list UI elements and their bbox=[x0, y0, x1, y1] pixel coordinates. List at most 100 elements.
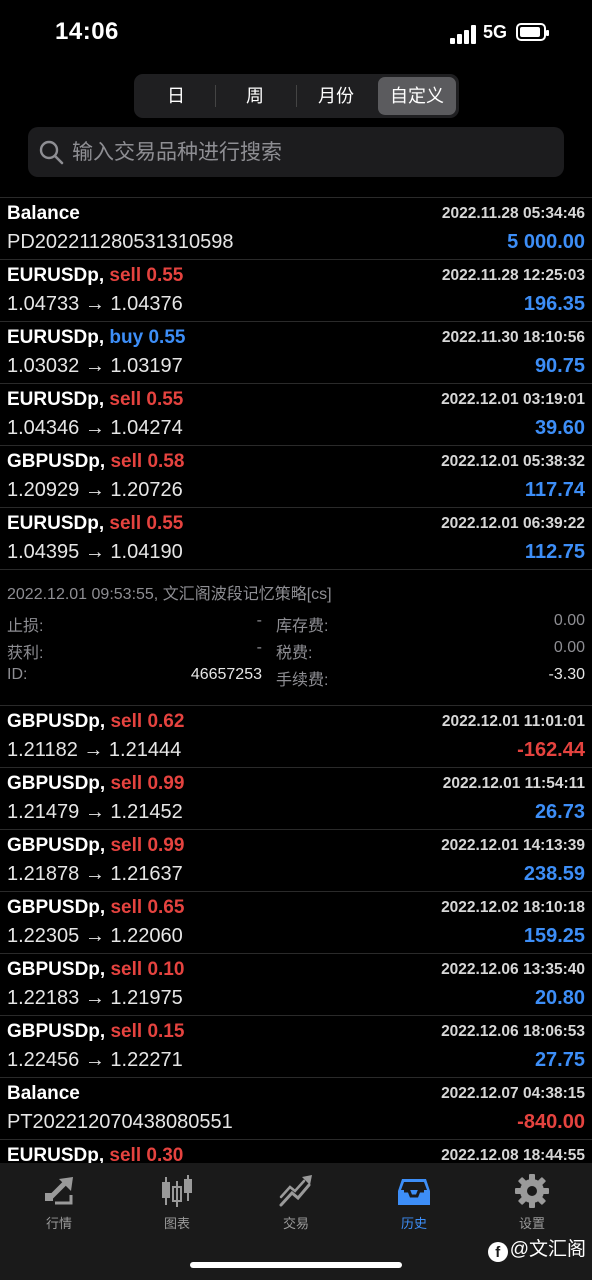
history-row[interactable]: GBPUSDp, sell 0.58 2022.12.01 05:38:32 1.2… bbox=[0, 446, 592, 508]
quotes-icon bbox=[45, 1177, 73, 1205]
take-profit-value: - bbox=[256, 639, 262, 656]
row-time: 2022.12.06 18:06:53 bbox=[441, 1023, 585, 1040]
row-prices: 1.21182 → 1.21444 bbox=[7, 739, 182, 761]
history-row[interactable]: EURUSDp, sell 0.55 2022.12.01 03:19:01 1.0… bbox=[0, 384, 592, 446]
row-symbol: GBPUSDp, bbox=[7, 959, 106, 980]
history-row[interactable]: EURUSDp, sell 0.30 2022.12.08 18:44:55 bbox=[0, 1140, 592, 1163]
row-time: 2022.11.30 18:10:56 bbox=[441, 329, 585, 346]
row-prices: 1.20929 → 1.20726 bbox=[7, 479, 183, 501]
row-time: 2022.12.01 03:19:01 bbox=[441, 391, 585, 408]
row-direction: sell bbox=[110, 711, 143, 732]
row-prices: 1.22456 → 1.22271 bbox=[7, 1049, 183, 1071]
tab-quotes[interactable]: 行情 bbox=[0, 1163, 118, 1233]
row-profit: 20.80 bbox=[534, 987, 585, 1009]
tab-history[interactable]: 历史 bbox=[355, 1163, 473, 1233]
row-title: Balance bbox=[7, 203, 80, 225]
commission-label: 手续费: bbox=[276, 672, 329, 689]
take-profit-label: 获利: bbox=[7, 645, 44, 662]
stop-loss-label: 止损: bbox=[7, 618, 44, 635]
row-prices: 1.03032 → 1.03197 bbox=[7, 355, 183, 377]
home-indicator bbox=[190, 1262, 402, 1268]
row-profit: 117.74 bbox=[524, 479, 585, 501]
period-week[interactable]: 周 bbox=[216, 77, 294, 115]
period-custom[interactable]: 自定义 bbox=[378, 77, 456, 115]
row-time: 2022.12.01 11:54:11 bbox=[442, 775, 585, 792]
row-time: 2022.11.28 12:25:03 bbox=[441, 267, 585, 284]
period-day[interactable]: 日 bbox=[137, 77, 215, 115]
row-title: GBPUSDp, sell 0.65 bbox=[7, 897, 184, 919]
row-profit: 90.75 bbox=[534, 355, 585, 377]
row-volume: 0.55 bbox=[146, 513, 184, 534]
history-row[interactable]: EURUSDp, buy 0.55 2022.11.30 18:10:56 1.03… bbox=[0, 322, 592, 384]
row-direction: sell bbox=[110, 835, 143, 856]
order-detail: 2022.12.01 09:53:55, 文汇阁波段记忆策略[cs] 止损: -… bbox=[0, 570, 592, 706]
history-row[interactable]: GBPUSDp, sell 0.65 2022.12.02 18:10:18 1.2… bbox=[0, 892, 592, 954]
row-symbol: EURUSDp, bbox=[7, 265, 105, 286]
status-bar: 14:06 5G bbox=[0, 0, 592, 68]
history-list[interactable]: Balance 2022.11.28 05:34:46 PD202211280531… bbox=[0, 197, 592, 1163]
row-title: GBPUSDp, sell 0.62 bbox=[7, 711, 184, 733]
row-profit: 26.73 bbox=[534, 801, 585, 823]
period-month[interactable]: 月份 bbox=[297, 77, 375, 115]
row-prices: PD202211280531310598 bbox=[7, 231, 234, 253]
tab-trade[interactable]: 交易 bbox=[237, 1163, 355, 1233]
row-symbol: Balance bbox=[7, 203, 80, 224]
row-time: 2022.12.08 18:44:55 bbox=[441, 1147, 585, 1163]
row-title: EURUSDp, sell 0.30 bbox=[7, 1145, 183, 1163]
row-symbol: GBPUSDp, bbox=[7, 835, 106, 856]
facebook-icon: f bbox=[487, 1242, 508, 1262]
history-row[interactable]: EURUSDp, sell 0.55 2022.12.01 06:39:22 1.0… bbox=[0, 508, 592, 570]
row-profit: 159.25 bbox=[523, 925, 585, 947]
id-label: ID: bbox=[7, 666, 28, 683]
row-title: EURUSDp, buy 0.55 bbox=[7, 327, 185, 349]
row-direction: sell bbox=[109, 513, 142, 534]
row-volume: 0.55 bbox=[148, 327, 186, 348]
row-direction: sell bbox=[109, 389, 142, 410]
history-inbox-icon bbox=[398, 1179, 430, 1205]
tab-trade-label: 交易 bbox=[282, 1216, 309, 1231]
tab-settings[interactable]: 设置 bbox=[473, 1163, 591, 1233]
battery-icon bbox=[516, 23, 549, 41]
row-title: GBPUSDp, sell 0.99 bbox=[7, 835, 184, 857]
history-row[interactable]: GBPUSDp, sell 0.99 2022.12.01 11:54:11 1.2… bbox=[0, 768, 592, 830]
search-bar[interactable] bbox=[28, 127, 564, 179]
history-row[interactable]: Balance 2022.11.28 05:34:46 PD202211280531… bbox=[0, 198, 592, 260]
row-profit: 238.59 bbox=[523, 863, 585, 885]
row-profit: 39.60 bbox=[534, 417, 585, 439]
row-symbol: GBPUSDp, bbox=[7, 773, 106, 794]
row-prices: 1.21878 → 1.21637 bbox=[7, 863, 183, 885]
history-row[interactable]: Balance 2022.12.07 04:38:15 PT202212070438… bbox=[0, 1078, 592, 1140]
gear-icon bbox=[515, 1174, 549, 1208]
row-time: 2022.12.01 05:38:32 bbox=[441, 453, 585, 470]
cellular-signal-icon bbox=[450, 24, 476, 44]
row-symbol: EURUSDp, bbox=[7, 1145, 105, 1163]
swap-label: 库存费: bbox=[276, 618, 329, 635]
history-row[interactable]: EURUSDp, sell 0.55 2022.11.28 12:25:03 1.0… bbox=[0, 260, 592, 322]
row-time: 2022.12.07 04:38:15 bbox=[441, 1085, 585, 1102]
status-time: 14:06 bbox=[55, 18, 119, 45]
row-symbol: GBPUSDp, bbox=[7, 1021, 106, 1042]
search-input[interactable] bbox=[70, 127, 554, 179]
tab-charts-label: 图表 bbox=[163, 1216, 190, 1231]
row-profit: -162.44 bbox=[517, 739, 585, 761]
row-prices: 1.04346 → 1.04274 bbox=[7, 417, 183, 439]
row-prices: 1.22183 → 1.21975 bbox=[7, 987, 183, 1009]
search-icon bbox=[39, 140, 64, 165]
row-symbol: GBPUSDp, bbox=[7, 451, 106, 472]
row-volume: 0.15 bbox=[147, 1021, 185, 1042]
row-direction: sell bbox=[110, 897, 143, 918]
tab-charts[interactable]: 图表 bbox=[118, 1163, 236, 1233]
history-row[interactable]: GBPUSDp, sell 0.99 2022.12.01 14:13:39 1.2… bbox=[0, 830, 592, 892]
tax-label: 税费: bbox=[276, 645, 313, 662]
row-volume: 0.55 bbox=[146, 389, 184, 410]
row-time: 2022.12.02 18:10:18 bbox=[441, 899, 585, 916]
row-title: Balance bbox=[7, 1083, 80, 1105]
history-row[interactable]: GBPUSDp, sell 0.15 2022.12.06 18:06:53 1.2… bbox=[0, 1016, 592, 1078]
tax-value: 0.00 bbox=[553, 639, 585, 656]
watermark-text: @文汇阁 bbox=[509, 1239, 586, 1260]
row-prices: PT202212070438080551 bbox=[7, 1111, 233, 1133]
history-row[interactable]: GBPUSDp, sell 0.10 2022.12.06 13:35:40 1.2… bbox=[0, 954, 592, 1016]
row-direction: sell bbox=[110, 451, 143, 472]
id-value: 46657253 bbox=[190, 666, 262, 683]
history-row[interactable]: GBPUSDp, sell 0.62 2022.12.01 11:01:01 1.2… bbox=[0, 706, 592, 768]
